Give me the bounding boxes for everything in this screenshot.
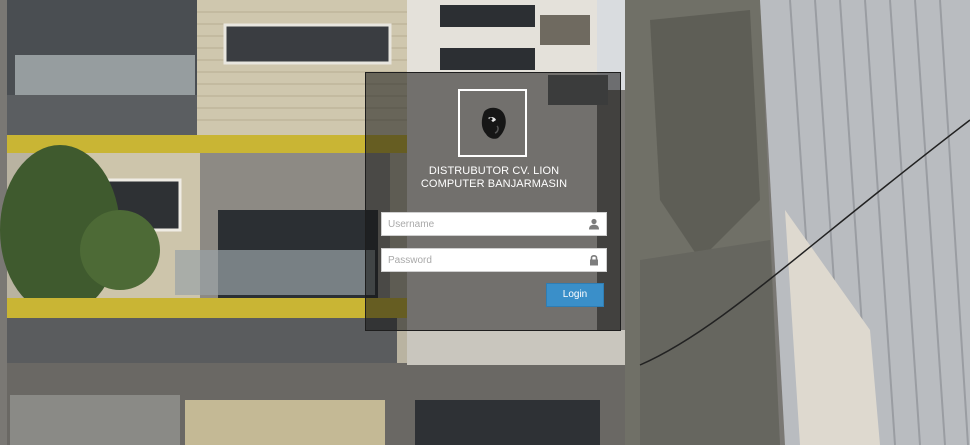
username-field[interactable]: [381, 212, 607, 236]
login-button[interactable]: Login: [546, 283, 604, 307]
company-name-line2: COMPUTER BANJARMASIN: [420, 178, 568, 190]
user-icon: [589, 218, 599, 230]
lion-head-icon: [481, 107, 506, 139]
login-panel: DISTRUBUTOR CV. LION COMPUTER BANJARMASI…: [365, 72, 621, 331]
company-name-line1: DISTRUBUTOR CV. LION: [428, 165, 560, 177]
lock-icon: [590, 255, 598, 266]
password-field[interactable]: [381, 248, 607, 272]
username-input[interactable]: [382, 213, 588, 235]
password-input[interactable]: [382, 249, 588, 271]
company-name: DISTRUBUTOR CV. LION COMPUTER BANJARMASI…: [366, 165, 622, 191]
logo-frame: [458, 89, 527, 157]
